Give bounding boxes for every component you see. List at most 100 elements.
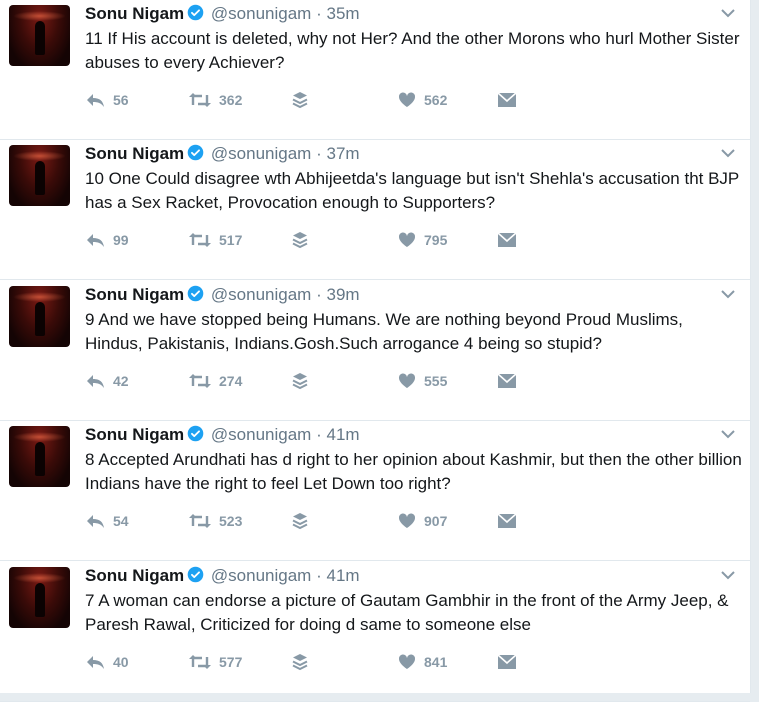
like-count: 795 xyxy=(424,232,448,248)
retweet-button[interactable]: 274 xyxy=(189,371,242,391)
direct-message-button[interactable] xyxy=(497,90,517,110)
tweet-header: Sonu Nigam @sonunigam · 41m xyxy=(85,424,360,448)
retweet-count: 577 xyxy=(219,654,243,670)
tweet-timestamp[interactable]: 37m xyxy=(326,144,359,163)
tweet-actions: 54 523 907 xyxy=(85,511,525,531)
retweet-count: 517 xyxy=(219,232,243,248)
avatar[interactable] xyxy=(9,567,70,628)
direct-message-button[interactable] xyxy=(497,371,517,391)
tweet[interactable]: Sonu Nigam @sonunigam · 35m 11 If His ac… xyxy=(0,0,750,140)
tweet-actions: 56 362 562 xyxy=(85,90,525,110)
direct-message-icon xyxy=(497,92,517,108)
retweet-icon xyxy=(189,373,211,389)
reply-button[interactable]: 99 xyxy=(85,230,129,250)
reply-count: 42 xyxy=(113,373,129,389)
tweet-text: 10 One Could disagree wth Abhijeetda's l… xyxy=(85,169,739,212)
direct-message-button[interactable] xyxy=(497,652,517,672)
user-name[interactable]: Sonu Nigam xyxy=(85,144,184,163)
user-name[interactable]: Sonu Nigam xyxy=(85,566,184,585)
separator-dot: · xyxy=(316,144,322,163)
tweet-timeline: Sonu Nigam @sonunigam · 35m 11 If His ac… xyxy=(0,0,751,702)
stack-button[interactable] xyxy=(292,230,308,250)
user-handle[interactable]: @sonunigam xyxy=(211,285,311,304)
retweet-button[interactable]: 523 xyxy=(189,511,242,531)
user-name[interactable]: Sonu Nigam xyxy=(85,285,184,304)
stack-button[interactable] xyxy=(292,652,308,672)
stack-button[interactable] xyxy=(292,371,308,391)
chevron-down-icon[interactable] xyxy=(720,568,736,580)
reply-count: 40 xyxy=(113,654,129,670)
direct-message-icon xyxy=(497,232,517,248)
reply-button[interactable]: 40 xyxy=(85,652,129,672)
reply-button[interactable]: 54 xyxy=(85,511,129,531)
user-name[interactable]: Sonu Nigam xyxy=(85,425,184,444)
tweet-header: Sonu Nigam @sonunigam · 41m xyxy=(85,565,360,589)
heart-icon xyxy=(398,654,416,670)
tweet-header: Sonu Nigam @sonunigam · 39m xyxy=(85,284,360,308)
tweet-timestamp[interactable]: 39m xyxy=(326,285,359,304)
like-button[interactable]: 907 xyxy=(398,511,447,531)
retweet-count: 274 xyxy=(219,373,243,389)
verified-badge-icon xyxy=(187,4,204,27)
retweet-icon xyxy=(189,232,211,248)
chevron-down-icon[interactable] xyxy=(720,287,736,299)
reply-icon xyxy=(85,92,105,108)
like-count: 907 xyxy=(424,513,448,529)
like-button[interactable]: 795 xyxy=(398,230,447,250)
verified-badge-icon xyxy=(187,566,204,589)
user-handle[interactable]: @sonunigam xyxy=(211,566,311,585)
direct-message-icon xyxy=(497,373,517,389)
direct-message-button[interactable] xyxy=(497,511,517,531)
avatar[interactable] xyxy=(9,5,70,66)
retweet-button[interactable]: 517 xyxy=(189,230,242,250)
tweet[interactable]: Sonu Nigam @sonunigam · 39m 9 And we hav… xyxy=(0,281,750,421)
tweet[interactable]: Sonu Nigam @sonunigam · 37m 10 One Could… xyxy=(0,140,750,280)
separator-dot: · xyxy=(316,425,322,444)
stack-icon xyxy=(292,653,308,671)
tweet-timestamp[interactable]: 41m xyxy=(326,566,359,585)
stack-icon xyxy=(292,512,308,530)
like-count: 555 xyxy=(424,373,448,389)
tweet-text: 8 Accepted Arundhati has d right to her … xyxy=(85,450,742,493)
retweet-button[interactable]: 362 xyxy=(189,90,242,110)
avatar[interactable] xyxy=(9,145,70,206)
verified-badge-icon xyxy=(187,425,204,448)
verified-badge-icon xyxy=(187,285,204,308)
chevron-down-icon[interactable] xyxy=(720,427,736,439)
user-handle[interactable]: @sonunigam xyxy=(211,425,311,444)
tweet-timestamp[interactable]: 41m xyxy=(326,425,359,444)
stack-icon xyxy=(292,372,308,390)
retweet-count: 523 xyxy=(219,513,243,529)
separator-dot: · xyxy=(316,566,322,585)
user-handle[interactable]: @sonunigam xyxy=(211,144,311,163)
reply-count: 99 xyxy=(113,232,129,248)
like-button[interactable]: 562 xyxy=(398,90,447,110)
tweet[interactable]: Sonu Nigam @sonunigam · 41m 7 A woman ca… xyxy=(0,562,750,702)
stack-button[interactable] xyxy=(292,511,308,531)
avatar[interactable] xyxy=(9,286,70,347)
direct-message-icon xyxy=(497,654,517,670)
user-handle[interactable]: @sonunigam xyxy=(211,4,311,23)
user-name[interactable]: Sonu Nigam xyxy=(85,4,184,23)
reply-button[interactable]: 56 xyxy=(85,90,129,110)
stack-button[interactable] xyxy=(292,90,308,110)
retweet-button[interactable]: 577 xyxy=(189,652,242,672)
verified-badge-icon xyxy=(187,144,204,167)
reply-icon xyxy=(85,513,105,529)
avatar[interactable] xyxy=(9,426,70,487)
like-button[interactable]: 555 xyxy=(398,371,447,391)
like-count: 841 xyxy=(424,654,448,670)
tweet[interactable]: Sonu Nigam @sonunigam · 41m 8 Accepted A… xyxy=(0,421,750,561)
direct-message-button[interactable] xyxy=(497,230,517,250)
tweet-text: 9 And we have stopped being Humans. We a… xyxy=(85,310,683,353)
tweet-actions: 42 274 555 xyxy=(85,371,525,391)
tweet-actions: 40 577 841 xyxy=(85,652,525,672)
like-button[interactable]: 841 xyxy=(398,652,447,672)
reply-button[interactable]: 42 xyxy=(85,371,129,391)
heart-icon xyxy=(398,373,416,389)
chevron-down-icon[interactable] xyxy=(720,146,736,158)
tweet-timestamp[interactable]: 35m xyxy=(326,4,359,23)
retweet-icon xyxy=(189,654,211,670)
chevron-down-icon[interactable] xyxy=(720,6,736,18)
tweet-header: Sonu Nigam @sonunigam · 37m xyxy=(85,143,360,167)
